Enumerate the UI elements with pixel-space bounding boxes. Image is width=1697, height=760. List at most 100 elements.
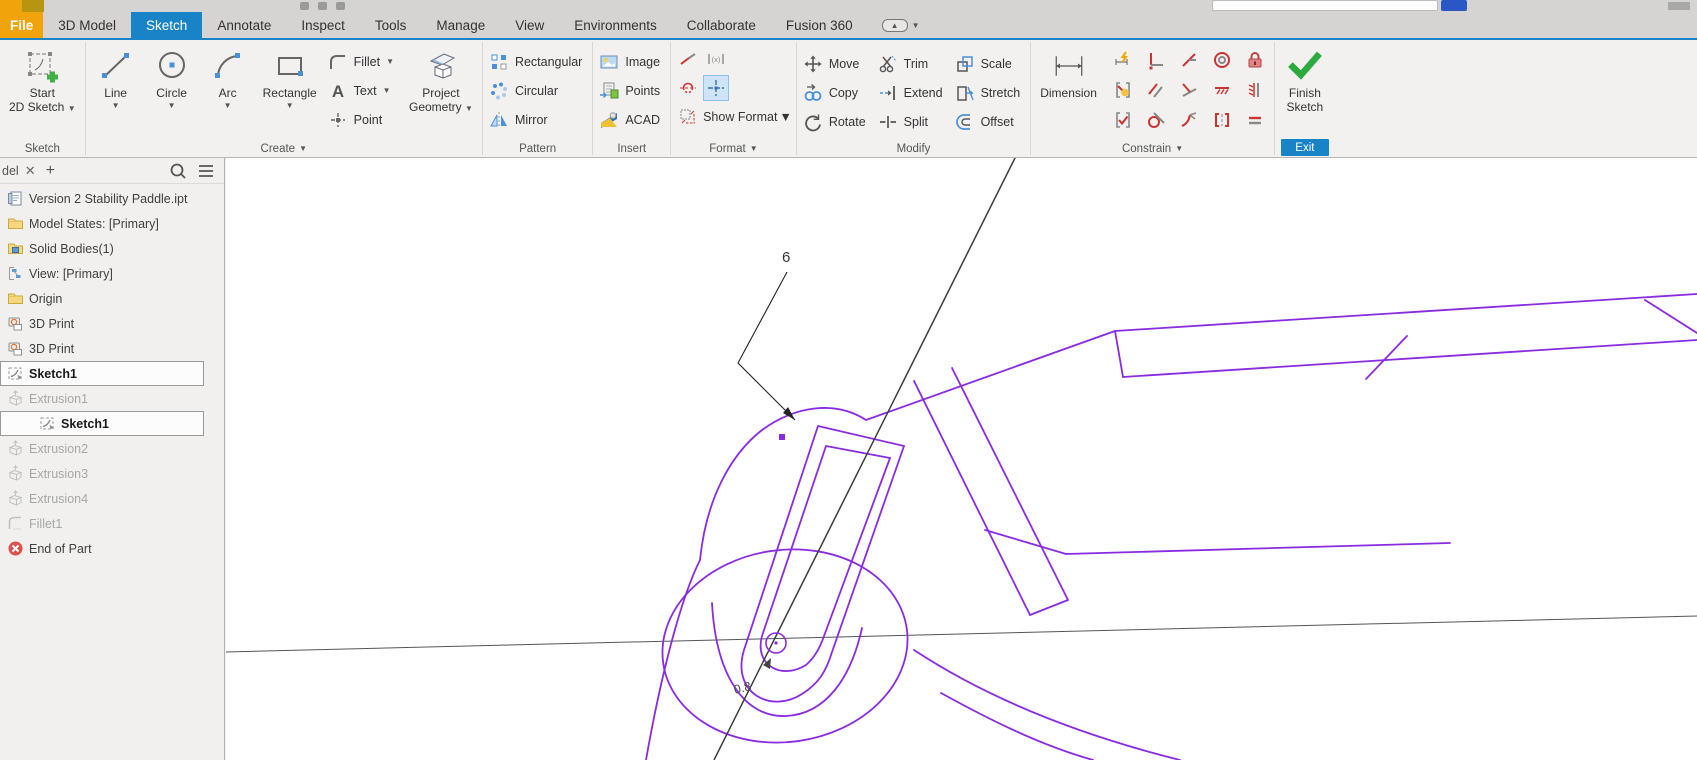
- centerline-button[interactable]: [675, 75, 701, 101]
- tab-tools[interactable]: Tools: [360, 12, 422, 38]
- tab-inspect[interactable]: Inspect: [286, 12, 360, 38]
- dimension-button[interactable]: Dimension: [1035, 42, 1102, 100]
- image-button[interactable]: Image: [597, 47, 666, 76]
- parallel-button[interactable]: [1143, 77, 1169, 103]
- panel-label-create[interactable]: Create▼: [90, 140, 478, 157]
- center-point-button[interactable]: [703, 75, 729, 101]
- sketch-canvas[interactable]: 60.8: [226, 158, 1697, 760]
- symmetric-button[interactable]: [1209, 107, 1235, 133]
- tab-collaborate[interactable]: Collaborate: [672, 12, 771, 38]
- tree-item-sketch1[interactable]: Sketch1: [0, 361, 204, 386]
- constraint-settings-button[interactable]: [1110, 77, 1136, 103]
- rectangular-button[interactable]: Rectangular: [487, 47, 588, 76]
- sketch-curve-0[interactable]: [646, 331, 1115, 760]
- perpendicular-button[interactable]: [1143, 47, 1169, 73]
- sketch-viewport[interactable]: 60.8: [226, 158, 1697, 760]
- tree-item-end-of-part[interactable]: End of Part: [0, 536, 204, 561]
- vertical-button[interactable]: [1242, 77, 1268, 103]
- tangent-button[interactable]: [1143, 107, 1169, 133]
- circular-button[interactable]: Circular: [487, 76, 588, 105]
- add-tab-button[interactable]: +: [46, 162, 55, 180]
- tree-item-extrusion4[interactable]: Extrusion4: [0, 486, 204, 511]
- line-button[interactable]: Line▼: [90, 42, 142, 110]
- quick-access-icon[interactable]: [318, 2, 327, 10]
- coincident-button[interactable]: [1176, 47, 1202, 73]
- sketch-curve-8[interactable]: [1030, 600, 1068, 615]
- equal-button[interactable]: [1242, 107, 1268, 133]
- panel-label-pattern[interactable]: Pattern: [487, 140, 588, 157]
- sketch-curve-10[interactable]: [1066, 543, 1450, 554]
- acad-button[interactable]: ACAD: [597, 105, 666, 134]
- offset-button[interactable]: Offset: [953, 107, 1027, 136]
- quick-access-icon[interactable]: [300, 2, 309, 10]
- trim-button[interactable]: Trim: [876, 49, 949, 78]
- panel-label-sketch[interactable]: Sketch: [4, 140, 81, 157]
- tree-item-3d-print[interactable]: 3D Print: [0, 311, 204, 336]
- sketch-curve-15[interactable]: [712, 603, 862, 716]
- tab-file[interactable]: File: [0, 12, 43, 38]
- arc-button[interactable]: Arc▼: [202, 42, 254, 110]
- tree-item-extrusion3[interactable]: Extrusion3: [0, 461, 204, 486]
- extend-button[interactable]: Extend: [876, 78, 949, 107]
- app-menu-button[interactable]: [0, 0, 22, 12]
- tab-fusion-360[interactable]: Fusion 360: [771, 12, 868, 38]
- ribbon-display-toggle[interactable]: ▲▼: [882, 12, 920, 38]
- tab-environments[interactable]: Environments: [559, 12, 672, 38]
- project-geometry-button[interactable]: ProjectGeometry ▼: [404, 42, 478, 116]
- browser-tab[interactable]: del ✕: [2, 163, 36, 179]
- sketch-point[interactable]: [779, 434, 785, 440]
- tab-view[interactable]: View: [500, 12, 559, 38]
- tree-item-origin[interactable]: Origin: [0, 286, 204, 311]
- app-menu-button-2[interactable]: [22, 0, 44, 12]
- tree-item-extrusion1[interactable]: Extrusion1: [0, 386, 204, 411]
- tree-item-sketch1[interactable]: Sketch1: [0, 411, 204, 436]
- start-2d-sketch-button[interactable]: Start2D Sketch ▼: [4, 42, 81, 116]
- show-constraints-button[interactable]: [1110, 107, 1136, 133]
- copy-button[interactable]: Copy: [801, 78, 872, 107]
- scale-button[interactable]: Scale: [953, 49, 1027, 78]
- help-button[interactable]: [1441, 0, 1467, 11]
- panel-label-exit[interactable]: Exit: [1281, 139, 1329, 156]
- tab-annotate[interactable]: Annotate: [202, 12, 286, 38]
- smooth-button[interactable]: [1176, 107, 1202, 133]
- auto-dimension-button[interactable]: [1110, 47, 1136, 73]
- fillet-button[interactable]: Fillet▼: [326, 47, 400, 76]
- tree-item-solid-bodies-1[interactable]: Solid Bodies(1): [0, 236, 204, 261]
- reference-line-diagonal[interactable]: [714, 158, 1020, 760]
- concentric-button[interactable]: [1209, 47, 1235, 73]
- tree-item-extrusion2[interactable]: Extrusion2: [0, 436, 204, 461]
- panel-label-format[interactable]: Format▼: [675, 140, 792, 157]
- reference-line-horizontal[interactable]: [226, 616, 1697, 652]
- finish-sketch-button[interactable]: FinishSketch: [1279, 42, 1331, 114]
- tab-sketch[interactable]: Sketch: [131, 12, 202, 38]
- tree-item-view-primary[interactable]: View: [Primary]: [0, 261, 204, 286]
- tab-manage[interactable]: Manage: [421, 12, 500, 38]
- sketch-curve-3[interactable]: [1115, 294, 1697, 331]
- titlebar-search-input[interactable]: [1212, 0, 1438, 11]
- points-button[interactable]: Points: [597, 76, 666, 105]
- tab-3d-model[interactable]: 3D Model: [43, 12, 131, 38]
- dimension-label[interactable]: 0.8: [732, 679, 752, 697]
- mirror-button[interactable]: Mirror: [487, 105, 588, 134]
- tree-item-3d-print[interactable]: 3D Print: [0, 336, 204, 361]
- driven-dimension-button[interactable]: (x): [703, 46, 729, 72]
- sketch-curve-1[interactable]: [1115, 331, 1123, 377]
- sketch-curve-13[interactable]: [741, 426, 904, 702]
- tree-item-version-2-stability-paddle-ipt[interactable]: Version 2 Stability Paddle.ipt: [0, 186, 204, 211]
- circle-button[interactable]: Circle▼: [146, 42, 198, 110]
- point-button[interactable]: Point: [326, 105, 400, 134]
- sketch-curve-4[interactable]: [1645, 300, 1697, 333]
- ground-button[interactable]: [1209, 77, 1235, 103]
- construction-line-button[interactable]: [675, 46, 701, 72]
- sketch-curve-6[interactable]: [914, 381, 1030, 615]
- panel-label-constrain[interactable]: Constrain▼: [1035, 140, 1270, 157]
- browser-menu-icon[interactable]: [196, 161, 216, 181]
- quick-access-icon[interactable]: [336, 2, 345, 10]
- stretch-button[interactable]: Stretch: [953, 78, 1027, 107]
- close-icon[interactable]: ✕: [25, 163, 36, 179]
- tangent-line-button[interactable]: [1176, 77, 1202, 103]
- leader-label[interactable]: 6: [782, 249, 790, 266]
- sketch-curve-5[interactable]: [1366, 336, 1407, 379]
- search-icon[interactable]: [168, 161, 188, 181]
- text-button[interactable]: AText▼: [326, 76, 400, 105]
